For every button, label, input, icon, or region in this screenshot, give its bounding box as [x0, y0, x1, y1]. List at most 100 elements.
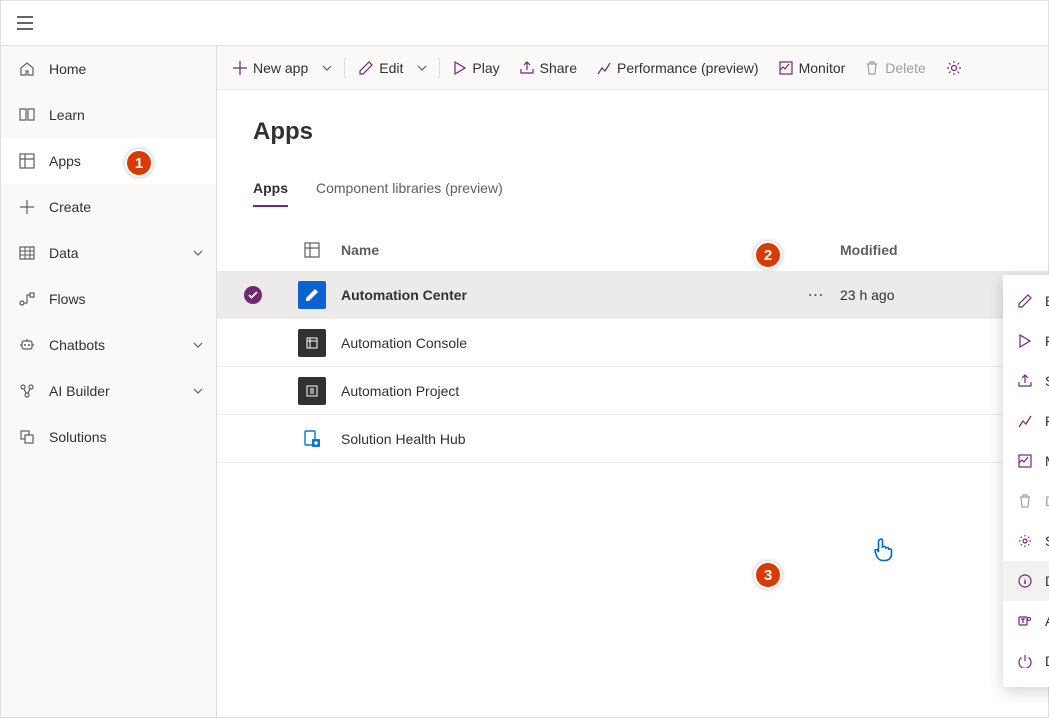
- flows-icon: [17, 289, 37, 309]
- chatbot-icon: [17, 335, 37, 355]
- new-app-dropdown[interactable]: [316, 63, 338, 73]
- plus-icon: [17, 197, 37, 217]
- apps-icon: [17, 151, 37, 171]
- chevron-down-icon: [192, 385, 204, 397]
- apps-table: Name Modified Automation Center ⋯: [217, 207, 1048, 463]
- column-header-name[interactable]: Name: [335, 242, 792, 258]
- cmd-label: Monitor: [799, 60, 846, 76]
- delete-icon: [865, 61, 879, 75]
- tab-apps[interactable]: Apps: [253, 172, 288, 206]
- table-header-row: Name Modified: [217, 229, 1048, 271]
- chevron-down-icon: [192, 339, 204, 351]
- separator: [344, 58, 345, 78]
- model-app-icon: [298, 377, 326, 405]
- new-app-button[interactable]: New app: [225, 52, 316, 84]
- table-row[interactable]: Automation Console: [217, 319, 1048, 367]
- performance-icon: [597, 61, 611, 75]
- callout-badge-2: 2: [754, 241, 782, 269]
- context-menu-details[interactable]: Details: [1003, 561, 1049, 601]
- sidebar-item-label: AI Builder: [49, 383, 110, 399]
- ctx-label: Edit: [1045, 293, 1049, 309]
- more-options-button[interactable]: ⋯: [808, 285, 825, 305]
- command-bar: New app Edit Play Share: [217, 46, 1048, 90]
- settings-button[interactable]: [938, 52, 970, 84]
- cmd-label: Play: [472, 60, 499, 76]
- sidebar-item-label: Data: [49, 245, 79, 261]
- app-name[interactable]: Automation Project: [335, 383, 792, 399]
- grid-icon: [17, 243, 37, 263]
- context-menu-delete: Delete: [1003, 481, 1049, 521]
- context-menu-edit[interactable]: Edit: [1003, 281, 1049, 321]
- ai-builder-icon: [17, 381, 37, 401]
- context-menu-performance[interactable]: Performance (preview): [1003, 401, 1049, 441]
- table-row[interactable]: Automation Project: [217, 367, 1048, 415]
- sidebar-item-label: Flows: [49, 291, 86, 307]
- performance-button[interactable]: Performance (preview): [589, 52, 767, 84]
- app-name[interactable]: Automation Center: [335, 287, 792, 303]
- sidebar-item-learn[interactable]: Learn: [1, 92, 216, 138]
- edit-icon: [359, 61, 373, 75]
- separator: [439, 58, 440, 78]
- cmd-label: Performance (preview): [617, 60, 759, 76]
- context-menu-settings[interactable]: Settings: [1003, 521, 1049, 561]
- monitor-button[interactable]: Monitor: [771, 52, 854, 84]
- context-menu-share[interactable]: Share: [1003, 361, 1049, 401]
- sidebar-item-label: Apps: [49, 153, 81, 169]
- power-icon: [1017, 654, 1033, 668]
- canvas-app-icon: [298, 281, 326, 309]
- modified-value: 23 h ago: [840, 287, 1000, 303]
- cmd-label: Delete: [885, 60, 925, 76]
- selected-check-icon[interactable]: [244, 286, 262, 304]
- context-menu-add-to-teams[interactable]: Add to Teams: [1003, 601, 1049, 641]
- app-name[interactable]: Solution Health Hub: [335, 431, 792, 447]
- sidebar-item-solutions[interactable]: Solutions: [1, 414, 216, 460]
- sidebar-item-label: Create: [49, 199, 91, 215]
- page-title: Apps: [217, 90, 1048, 154]
- solutions-icon: [17, 427, 37, 447]
- chevron-down-icon: [192, 247, 204, 259]
- model-app-icon: [298, 329, 326, 357]
- sidebar-item-home[interactable]: Home: [1, 46, 216, 92]
- sidebar-item-ai-builder[interactable]: AI Builder: [1, 368, 216, 414]
- sidebar-item-apps[interactable]: Apps: [1, 138, 216, 184]
- sidebar-item-data[interactable]: Data: [1, 230, 216, 276]
- context-menu-monitor[interactable]: Monitor: [1003, 441, 1049, 481]
- solution-health-icon: [298, 425, 326, 453]
- hamburger-icon[interactable]: [1, 1, 49, 46]
- app-name[interactable]: Automation Console: [335, 335, 792, 351]
- edit-dropdown[interactable]: [411, 63, 433, 73]
- table-row[interactable]: Solution Health Hub: [217, 415, 1048, 463]
- table-row[interactable]: Automation Center ⋯ 23 h ago: [217, 271, 1048, 319]
- ctx-label: Share: [1045, 373, 1049, 389]
- ctx-label: Performance (preview): [1045, 413, 1049, 429]
- share-button[interactable]: Share: [512, 52, 585, 84]
- sidebar-item-label: Learn: [49, 107, 85, 123]
- sidebar-item-flows[interactable]: Flows: [1, 276, 216, 322]
- context-menu: Edit Play Share Performance (preview) Mo…: [1003, 275, 1049, 687]
- info-icon: [1017, 574, 1033, 588]
- ctx-label: Add to Teams: [1045, 613, 1049, 629]
- play-icon: [1017, 334, 1033, 348]
- ctx-label: Monitor: [1045, 453, 1049, 469]
- learn-icon: [17, 105, 37, 125]
- sidebar-item-label: Home: [49, 61, 86, 77]
- main-content: New app Edit Play Share: [217, 46, 1048, 717]
- gear-icon: [946, 60, 962, 76]
- edit-button[interactable]: Edit: [351, 52, 411, 84]
- ctx-label: Play: [1045, 333, 1049, 349]
- column-header-modified[interactable]: Modified: [840, 242, 1000, 258]
- tab-component-libraries[interactable]: Component libraries (preview): [316, 172, 503, 206]
- teams-icon: [1017, 614, 1033, 628]
- cmd-label: Share: [540, 60, 577, 76]
- sidebar-item-chatbots[interactable]: Chatbots: [1, 322, 216, 368]
- callout-badge-3: 3: [754, 561, 782, 589]
- monitor-icon: [779, 61, 793, 75]
- play-button[interactable]: Play: [446, 52, 507, 84]
- context-menu-play[interactable]: Play: [1003, 321, 1049, 361]
- type-column-icon[interactable]: [289, 242, 335, 258]
- context-menu-deactivate[interactable]: Deactivate: [1003, 641, 1049, 681]
- delete-button: Delete: [857, 52, 933, 84]
- gear-icon: [1017, 534, 1033, 548]
- sidebar-item-create[interactable]: Create: [1, 184, 216, 230]
- ctx-label: Details: [1045, 573, 1049, 589]
